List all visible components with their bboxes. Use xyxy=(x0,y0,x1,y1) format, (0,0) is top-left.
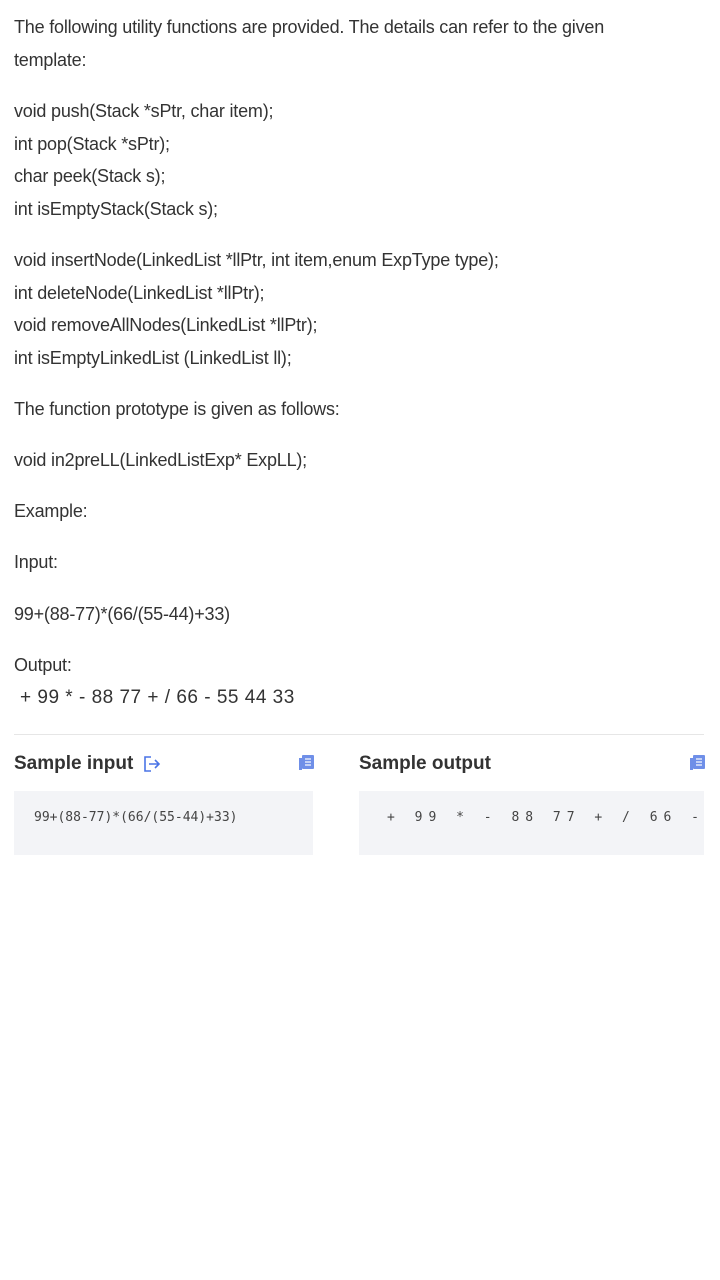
sample-output-code: + 99 * - 88 77 + / 66 - 55 44 33 xyxy=(387,810,704,825)
sample-input-code-box[interactable]: 99+(88-77)*(66/(55-44)+33) xyxy=(14,791,313,855)
sample-input-title: Sample input xyxy=(14,753,134,774)
export-icon[interactable] xyxy=(143,755,161,773)
prototype-intro: The function prototype is given as follo… xyxy=(14,399,340,419)
section-divider xyxy=(14,734,704,735)
stack-function-push: void push(Stack *sPtr, char item); xyxy=(14,101,274,121)
sample-output-title: Sample output xyxy=(359,753,491,774)
list-function-deletenode: int deleteNode(LinkedList *llPtr); xyxy=(14,283,265,303)
sample-input-code: 99+(88-77)*(66/(55-44)+33) xyxy=(34,810,238,825)
list-function-isemptylinkedlist: int isEmptyLinkedList (LinkedList ll); xyxy=(14,348,292,368)
sample-output-header: Sample output xyxy=(359,750,491,778)
sample-input-header: Sample input xyxy=(14,750,161,778)
output-value: + 99 * - 88 77 + / 66 - 55 44 33 xyxy=(20,687,295,708)
list-function-removeallnodes: void removeAllNodes(LinkedList *llPtr); xyxy=(14,315,318,335)
input-value: 99+(88-77)*(66/(55-44)+33) xyxy=(14,604,230,624)
function-prototype: void in2preLL(LinkedListExp* ExpLL); xyxy=(14,450,307,470)
list-function-insertnode: void insertNode(LinkedList *llPtr, int i… xyxy=(14,250,499,270)
stack-function-peek: char peek(Stack s); xyxy=(14,166,166,186)
copy-icon[interactable] xyxy=(688,752,708,772)
output-label: Output: xyxy=(14,655,72,675)
intro-text: The following utility functions are prov… xyxy=(14,17,605,70)
stack-function-pop: int pop(Stack *sPtr); xyxy=(14,134,170,154)
sample-output-code-box[interactable]: + 99 * - 88 77 + / 66 - 55 44 33 xyxy=(359,791,704,855)
example-label: Example: xyxy=(14,501,88,521)
copy-icon[interactable] xyxy=(297,752,317,772)
stack-function-isempty: int isEmptyStack(Stack s); xyxy=(14,199,218,219)
input-label: Input: xyxy=(14,552,58,572)
